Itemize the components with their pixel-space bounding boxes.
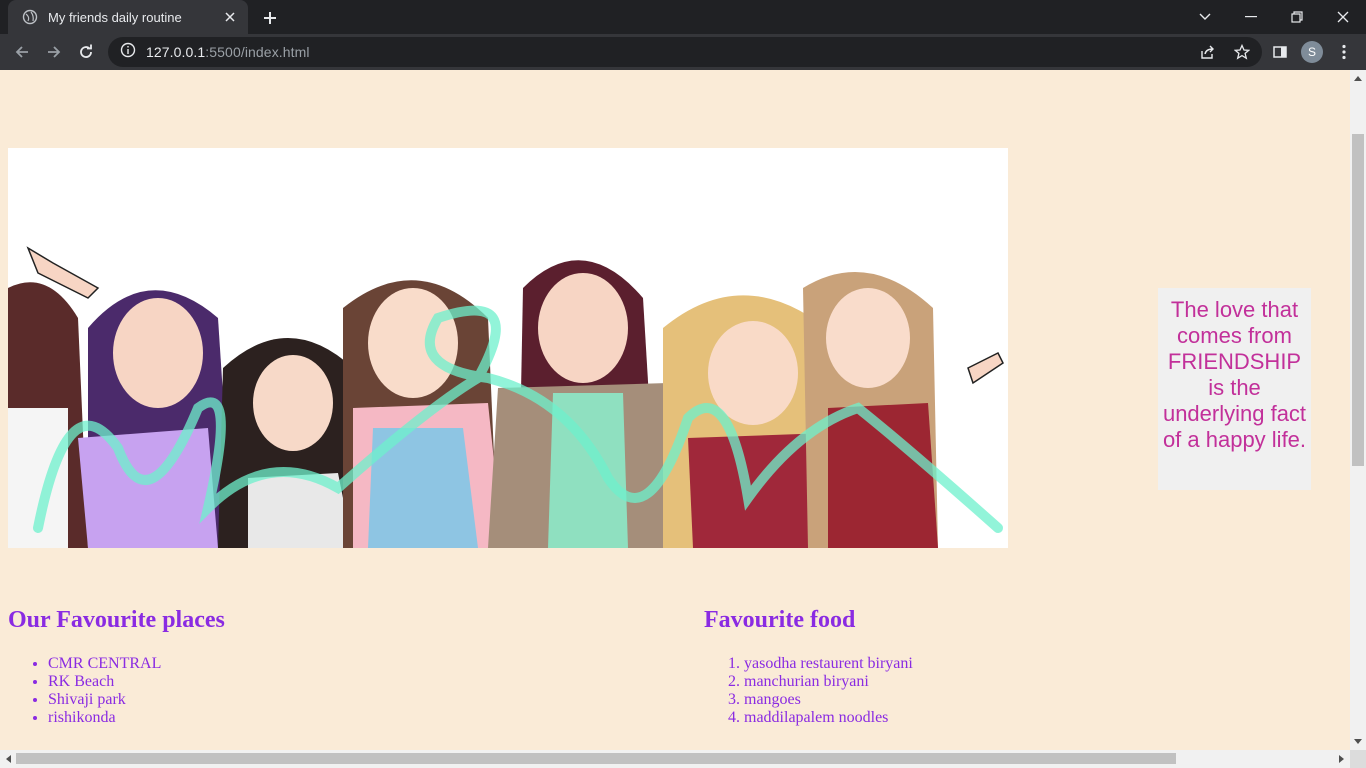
list-item: mangoes [744,691,913,709]
profile-avatar[interactable]: S [1301,41,1323,63]
horizontal-scroll-thumb[interactable] [16,753,1176,764]
page-viewport: The love that comes from FRIENDSHIP is t… [0,70,1350,750]
info-icon[interactable] [120,42,136,63]
list-item: CMR CENTRAL [48,655,161,673]
url-host: 127.0.0.1 [146,44,206,60]
list-item: rishikonda [48,709,161,727]
bookmark-star-icon[interactable] [1232,42,1252,62]
restore-button[interactable] [1274,0,1320,34]
back-arrow-icon[interactable] [8,38,36,66]
tab-bar: My friends daily routine [0,0,1366,34]
food-list: yasodha restaurent biryani manchurian bi… [704,655,913,727]
vertical-scroll-thumb[interactable] [1352,134,1364,466]
scrollbar-corner [1350,750,1366,768]
scroll-left-arrow-icon[interactable] [0,751,16,767]
scroll-right-arrow-icon[interactable] [1334,751,1350,767]
url-text: 127.0.0.1:5500/index.html [146,44,310,60]
friendship-quote: The love that comes from FRIENDSHIP is t… [1158,288,1311,490]
list-item: manchurian biryani [744,673,913,691]
horizontal-scrollbar[interactable] [0,750,1350,768]
reload-icon[interactable] [72,38,100,66]
scroll-down-arrow-icon[interactable] [1350,734,1366,750]
tab-active[interactable]: My friends daily routine [8,0,248,34]
minimize-button[interactable] [1228,0,1274,34]
list-item: Shivaji park [48,691,161,709]
tab-title: My friends daily routine [48,9,182,25]
food-heading: Favourite food [704,607,856,633]
vertical-scrollbar[interactable] [1350,70,1366,750]
address-bar[interactable]: 127.0.0.1:5500/index.html [108,37,1262,67]
menu-kebab-icon[interactable] [1330,38,1358,66]
places-list: CMR CENTRAL RK Beach Shivaji park rishik… [8,655,161,727]
side-panel-icon[interactable] [1266,38,1294,66]
url-path: :5500/index.html [205,44,310,60]
list-item: maddilapalem noodles [744,709,913,727]
new-tab-button[interactable] [258,6,282,30]
close-tab-icon[interactable] [222,9,238,25]
friends-illustration [8,148,1008,548]
scroll-up-arrow-icon[interactable] [1350,70,1366,86]
share-icon[interactable] [1198,42,1218,62]
tab-search-icon[interactable] [1182,0,1228,34]
places-heading: Our Favourite places [8,607,225,633]
browser-toolbar: 127.0.0.1:5500/index.html S [0,34,1366,70]
list-item: yasodha restaurent biryani [744,655,913,673]
close-window-button[interactable] [1320,0,1366,34]
globe-icon [22,9,38,25]
forward-arrow-icon[interactable] [40,38,68,66]
list-item: RK Beach [48,673,161,691]
